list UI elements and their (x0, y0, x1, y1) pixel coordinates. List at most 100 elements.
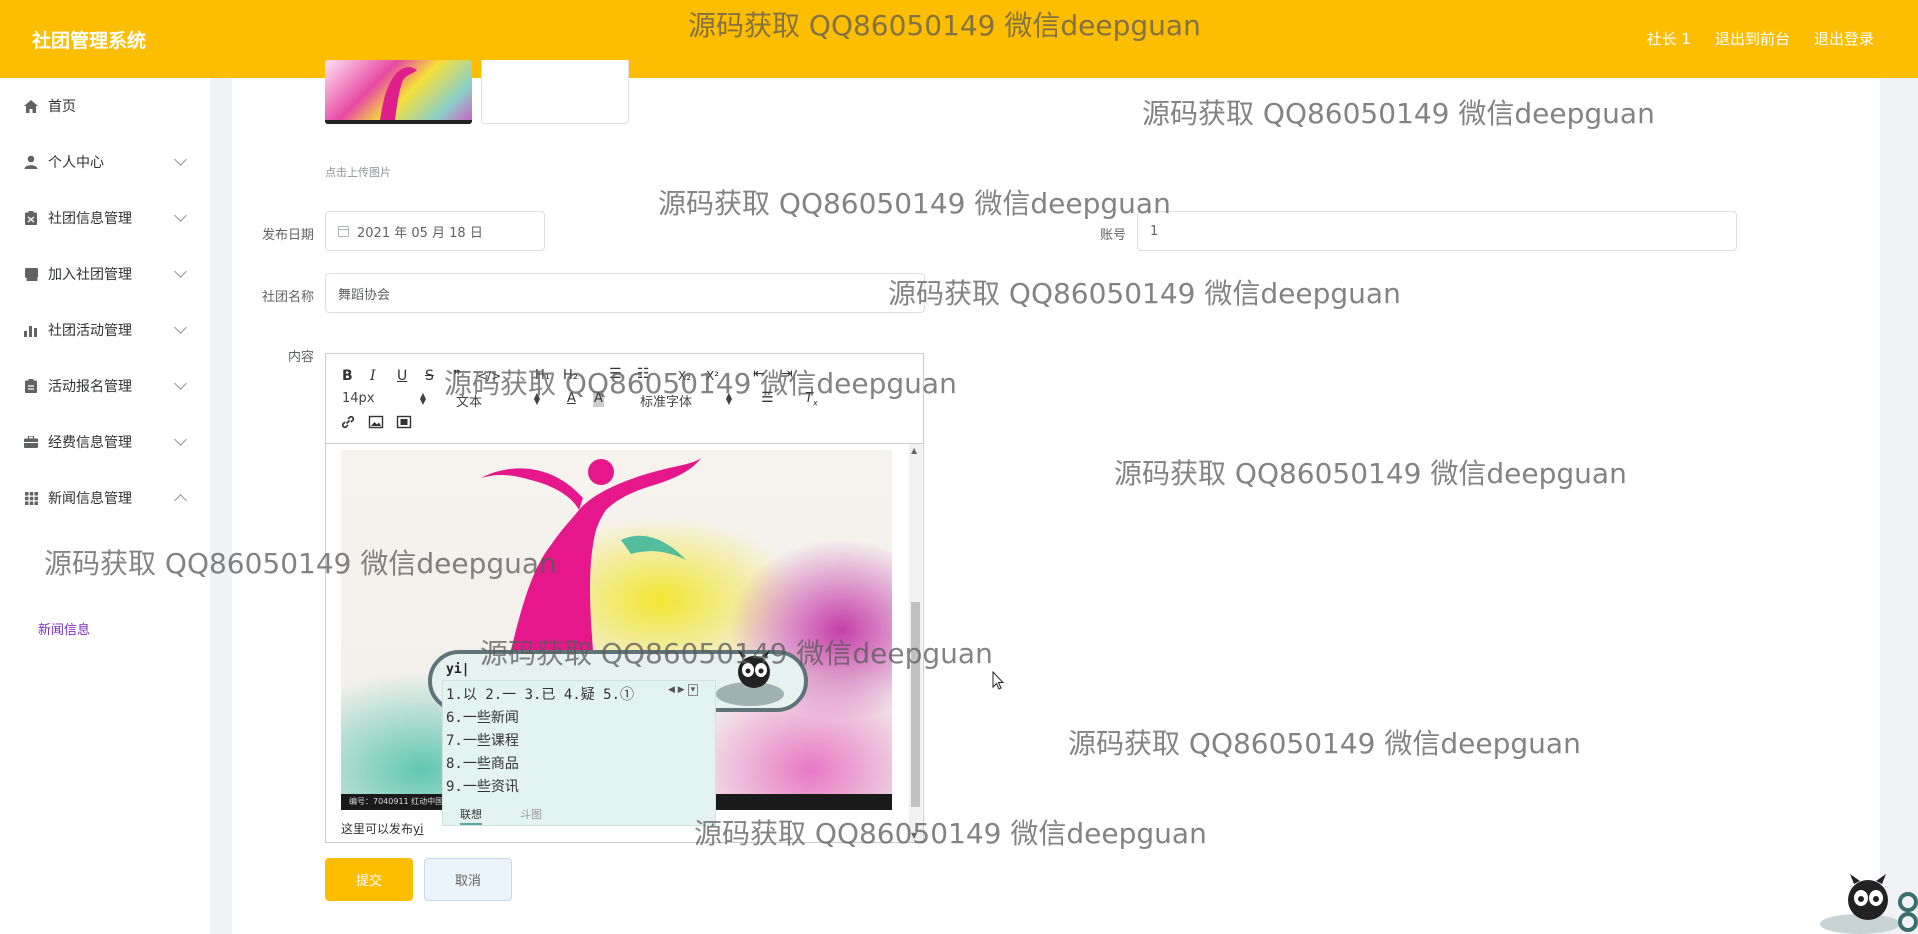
editor-typing-text: yi (413, 822, 424, 836)
home-icon (23, 98, 39, 114)
user-name-link[interactable]: 社长 1 (1647, 28, 1691, 49)
editor-scrollbar[interactable]: ▲ ▼ (909, 444, 922, 842)
video-icon[interactable] (396, 414, 412, 434)
account-value: 1 (1150, 223, 1159, 239)
ime-composition-text: yi| (446, 662, 470, 677)
sidebar-item-news[interactable]: 新闻信息管理 (0, 470, 210, 526)
heading-1-button[interactable]: H₁ (535, 368, 550, 384)
app-title: 社团管理系统 (32, 30, 147, 52)
sidebar-item-club-activities[interactable]: 社团活动管理 (0, 302, 210, 358)
underline-button[interactable]: U (397, 368, 407, 384)
account-field[interactable]: 1 (1137, 211, 1737, 251)
ime-phrase-item[interactable]: 9.一些资讯 (446, 776, 519, 796)
upload-tip-link[interactable]: 点击上传图片 (325, 164, 391, 180)
sidebar-item-home[interactable]: 首页 (0, 78, 210, 134)
account-label: 账号 (1099, 228, 1126, 243)
scroll-down-icon: ▼ (911, 831, 918, 840)
sidebar-item-label: 个人中心 (48, 155, 104, 171)
chevron-down-icon (174, 433, 187, 446)
ordered-list-icon[interactable]: ☰ (609, 366, 622, 382)
scrollbar-thumb[interactable] (911, 602, 920, 807)
select-arrows-icon: ▲ ▼ (419, 391, 426, 406)
publish-date-value: 2021 年 05 月 18 日 (357, 225, 483, 241)
upload-add-box[interactable] (481, 60, 629, 124)
ime-candidate-row[interactable]: 1.以 2.一 3.已 4.疑 5.① (446, 684, 634, 704)
sidebar-item-label: 经费信息管理 (48, 435, 132, 451)
editor-text-line: 这里可以发布yi (341, 820, 423, 837)
link-icon[interactable] (340, 414, 356, 434)
sidebar-item-label: 首页 (48, 99, 76, 115)
ime-page-nav[interactable]: ◀ ▶ ▾ (668, 684, 699, 696)
ime-phrase-item[interactable]: 6.一些新闻 (446, 707, 519, 727)
briefcase-icon (23, 434, 39, 450)
font-color-icon[interactable]: A (567, 391, 576, 407)
background-color-icon[interactable]: A (593, 391, 604, 407)
clipboard-icon (23, 210, 39, 226)
ime-tab-sticker[interactable]: 斗图 (520, 806, 542, 822)
align-icon[interactable]: ☰ (761, 390, 774, 406)
top-header: 社团管理系统 社长 1 退出到前台 退出登录 (0, 0, 1918, 78)
user-icon (23, 154, 39, 170)
bold-button[interactable]: B (342, 368, 353, 384)
select-arrows-icon: ▲ ▼ (725, 391, 732, 406)
ime-tab-association[interactable]: 联想 (460, 806, 482, 825)
sidebar-item-activity-signup[interactable]: 活动报名管理 (0, 358, 210, 414)
bullet-list-icon[interactable]: ☷ (637, 366, 650, 382)
sidebar-item-label: 活动报名管理 (48, 379, 132, 395)
corner-mascot-icon (1820, 874, 1918, 934)
sidebar-item-label: 加入社团管理 (48, 267, 132, 283)
block-type-select[interactable]: 文本 ▲ ▼ (456, 391, 540, 411)
font-family-value: 标准字体 (640, 395, 693, 410)
mouse-cursor-icon (992, 671, 1004, 690)
chevron-up-icon (174, 493, 187, 507)
sidebar: 首页 个人中心 社团信息管理 加入社团管理 社团活动管理 活动报名管理 经费信息… (0, 78, 210, 934)
clear-format-icon[interactable]: Tx (805, 391, 818, 412)
publish-date-picker[interactable]: 2021 年 05 月 18 日 (325, 211, 545, 251)
image-icon[interactable] (368, 414, 384, 434)
editor-text-before: 这里可以发布 (341, 822, 414, 836)
cancel-button[interactable]: 取消 (424, 858, 512, 901)
indent-icon[interactable]: ⇥ (781, 366, 793, 382)
bar-chart-icon (23, 322, 39, 338)
ime-phrase-item[interactable]: 8.一些商品 (446, 753, 519, 773)
sidebar-item-join-club[interactable]: 加入社团管理 (0, 246, 210, 302)
scroll-up-icon: ▲ (911, 446, 918, 455)
ime-candidate-window: yi| 1.以 2.一 3.已 4.疑 5.① ◀ ▶ ▾ 6.一些新闻 7.一… (428, 650, 808, 826)
sidebar-item-label: 新闻信息管理 (48, 491, 132, 507)
publish-date-label: 发布日期 (261, 228, 314, 243)
sidebar-item-club-info[interactable]: 社团信息管理 (0, 190, 210, 246)
chevron-down-icon (174, 321, 187, 334)
blockquote-icon[interactable]: ❞ (453, 368, 461, 384)
select-arrows-icon: ▲ ▼ (533, 391, 540, 406)
club-name-field[interactable]: 舞蹈协会 (325, 273, 925, 313)
chevron-down-icon (174, 153, 187, 166)
sidebar-item-label: 社团信息管理 (48, 211, 132, 227)
chevron-down-icon (174, 265, 187, 278)
sidebar-item-funds[interactable]: 经费信息管理 (0, 414, 210, 470)
club-name-value: 舞蹈协会 (338, 287, 391, 303)
back-to-frontend-link[interactable]: 退出到前台 (1715, 28, 1790, 49)
subscript-button[interactable]: X₂ (678, 368, 691, 384)
strikethrough-button[interactable]: S (425, 368, 434, 384)
submenu-item-news-info[interactable]: 新闻信息 (38, 619, 90, 638)
heading-2-button[interactable]: H₂ (563, 368, 578, 384)
font-family-select[interactable]: 标准字体 ▲ ▼ (640, 391, 732, 411)
content-label: 内容 (287, 350, 314, 365)
chevron-down-icon (174, 377, 187, 390)
sidebar-item-personal-center[interactable]: 个人中心 (0, 134, 210, 190)
font-size-select[interactable]: 14px ▲ ▼ (342, 391, 426, 406)
grid-icon (23, 490, 39, 506)
code-block-icon[interactable]: </> (477, 368, 501, 384)
superscript-button[interactable]: X² (706, 368, 719, 384)
submit-button[interactable]: 提交 (325, 858, 413, 901)
outdent-icon[interactable]: ⇤ (753, 366, 765, 382)
block-type-value: 文本 (456, 395, 483, 410)
italic-button[interactable]: I (370, 368, 376, 384)
dancer-illustration (481, 458, 701, 650)
uploaded-image-thumbnail[interactable] (325, 60, 472, 124)
sidebar-item-label: 社团活动管理 (48, 323, 132, 339)
logout-link[interactable]: 退出登录 (1814, 28, 1874, 49)
font-size-value: 14px (342, 391, 375, 406)
header-links: 社长 1 退出到前台 退出登录 (1647, 28, 1874, 49)
ime-phrase-item[interactable]: 7.一些课程 (446, 730, 519, 750)
